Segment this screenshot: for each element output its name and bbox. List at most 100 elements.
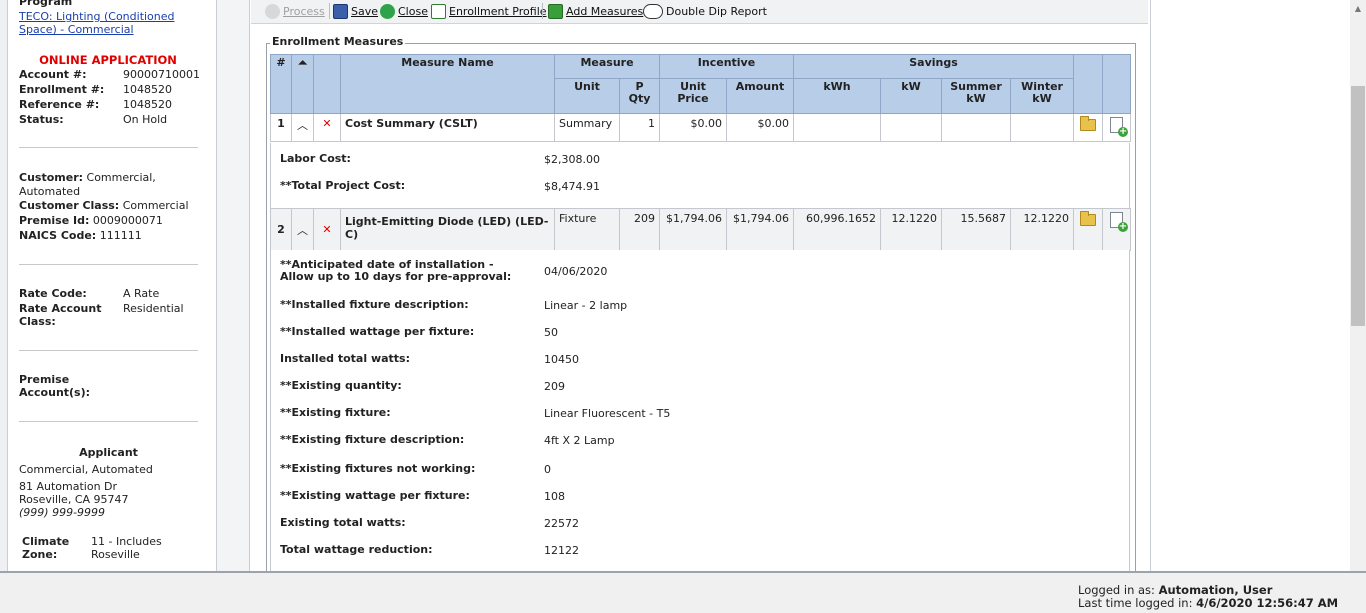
table-row: 1 ︿ ✕ Cost Summary (CSLT) Summary 1 $0.0… <box>270 113 1132 142</box>
customer-class-value: Commercial <box>122 199 189 212</box>
applicant-address-line1: 81 Automation Dr <box>19 480 118 493</box>
premise-accounts-label: Premise Account(s): <box>19 373 91 399</box>
account-value: 90000710001 <box>123 68 200 81</box>
logged-in-line: Logged in as: Automation, User <box>1078 583 1272 597</box>
status-label: Status: <box>19 113 64 126</box>
section-title: Enrollment Measures <box>270 35 406 48</box>
summer-kw <box>941 113 1011 142</box>
naics-value: 111111 <box>99 229 142 242</box>
enrollment-value: 1048520 <box>123 83 172 96</box>
add-measures-button[interactable]: Add Measures <box>548 3 643 19</box>
toolbar: Process Save Close Enrollment Profile Ad… <box>251 0 1148 24</box>
climate-zone-label: Climate Zone: <box>22 535 70 561</box>
detail-value: 0 <box>544 463 551 476</box>
kwh <box>793 113 881 142</box>
measure-unit: Summary <box>554 113 620 142</box>
last-login-line: Last time logged in: 4/6/2020 12:56:47 A… <box>1078 596 1338 610</box>
profile-icon <box>431 3 446 19</box>
scroll-up-icon[interactable]: ▲ <box>1350 0 1366 16</box>
row-number: 1 <box>270 113 292 142</box>
collapse-row-icon[interactable]: ︿ <box>291 208 314 251</box>
program-label: Program <box>19 0 73 8</box>
last-login-value: 4/6/2020 12:56:47 AM <box>1196 596 1339 610</box>
detail-value: 4ft X 2 Lamp <box>544 434 615 447</box>
collapse-all-icon[interactable]: ⏶ <box>291 54 314 114</box>
customer-class-row: Customer Class: Commercial <box>19 199 204 213</box>
rate-account-class-row: Rate Account Class: Residential <box>19 302 204 330</box>
measure-name: Cost Summary (CSLT) <box>340 113 555 142</box>
col-group-measure: Measure <box>554 54 660 79</box>
detail-row: **Anticipated date of installation - All… <box>280 259 980 289</box>
detail-label: **Existing wattage per fixture: <box>280 489 470 502</box>
detail-label: **Existing fixture description: <box>280 433 465 446</box>
close-label: Close <box>398 4 428 18</box>
folder-icon <box>1080 211 1096 226</box>
kw <box>880 113 942 142</box>
divider <box>19 350 198 351</box>
col-group-incentive: Incentive <box>659 54 794 79</box>
folder-icon <box>1080 116 1097 131</box>
save-button[interactable]: Save <box>333 3 378 19</box>
collapse-row-icon[interactable]: ︿ <box>291 113 314 142</box>
divider <box>19 421 198 422</box>
left-edge <box>0 0 8 571</box>
delete-row-icon[interactable]: ✕ <box>313 113 341 142</box>
close-button[interactable]: Close <box>380 3 428 19</box>
measure-qty: 1 <box>619 113 660 142</box>
detail-label: **Existing fixtures not working: <box>280 462 476 475</box>
save-icon <box>333 3 348 19</box>
detail-value: 12122 <box>544 544 579 557</box>
measure-name: Light-Emitting Diode (LED) (LED-C) <box>340 208 555 251</box>
detail-label: **Installed fixture description: <box>280 298 469 311</box>
unit-price: $1,794.06 <box>659 208 727 251</box>
col-blank-header <box>1102 54 1132 114</box>
naics-label: NAICS Code: <box>19 229 97 242</box>
table-row: 2 ︿ ✕ Light-Emitting Diode (LED) (LED-C)… <box>270 208 1131 251</box>
applicant-address-line2: Roseville, CA 95747 <box>19 493 129 506</box>
process-label: Process <box>283 4 325 18</box>
enrollment-profile-button[interactable]: Enrollment Profile <box>431 3 547 19</box>
add-document-button[interactable] <box>1102 113 1132 142</box>
logged-in-label: Logged in as: <box>1078 583 1155 597</box>
col-unit-price-header: Unit Price <box>659 78 727 114</box>
premise-id-value: 0009000071 <box>92 214 163 227</box>
applicant-phone: (999) 999-9999 <box>19 506 106 519</box>
col-kw-header: kW <box>880 78 942 114</box>
process-button[interactable]: Process <box>265 3 325 19</box>
status-footer: Logged in as: Automation, User Last time… <box>0 571 1366 613</box>
col-blank-header <box>313 54 341 114</box>
scrollbar-thumb[interactable] <box>1351 86 1365 326</box>
close-arrow-icon <box>380 3 395 19</box>
detail-label: Total wattage reduction: <box>280 543 433 556</box>
add-document-icon <box>1110 212 1128 232</box>
climate-zone-value: 11 - Includes Roseville <box>91 535 162 561</box>
detail-value: 209 <box>544 380 565 393</box>
open-folder-button[interactable] <box>1073 208 1103 251</box>
detail-value: 108 <box>544 490 565 503</box>
rate-code-label: Rate Code: <box>19 287 87 300</box>
kw: 12.1220 <box>880 208 942 251</box>
measures-table: # ⏶ Measure Name Measure Incentive Savin… <box>270 54 1132 142</box>
labor-cost-label: Labor Cost: <box>280 152 351 165</box>
open-folder-button[interactable] <box>1073 113 1104 142</box>
reference-value: 1048520 <box>123 98 172 111</box>
premise-id-row: Premise Id: 0009000071 <box>19 214 204 228</box>
measure-qty: 209 <box>619 208 660 251</box>
enrollment-label: Enrollment #: <box>19 83 105 96</box>
program-link[interactable]: TECO: Lighting (Conditioned Space) - Com… <box>19 10 189 36</box>
applicant-title: Applicant <box>79 446 138 459</box>
col-summer-kw-header: Summer kW <box>941 78 1011 114</box>
delete-row-icon[interactable]: ✕ <box>313 208 341 251</box>
add-measures-label: Add Measures <box>566 4 644 18</box>
add-document-button[interactable] <box>1102 208 1131 251</box>
rate-account-class-value: Residential <box>123 302 184 315</box>
detail-label: Existing total watts: <box>280 516 406 529</box>
rate-account-class-label: Rate Account Class: <box>19 302 102 328</box>
measures-table-row2: 2 ︿ ✕ Light-Emitting Diode (LED) (LED-C)… <box>270 208 1131 251</box>
last-login-label: Last time logged in: <box>1078 596 1193 610</box>
customer-class-label: Customer Class: <box>19 199 120 212</box>
applicant-name: Commercial, Automated <box>19 463 153 476</box>
col-winter-kw-header: Winter kW <box>1009 78 1075 114</box>
double-dip-report-button[interactable]: Double Dip Report <box>643 3 767 19</box>
col-kwh-header: kWh <box>793 78 881 114</box>
